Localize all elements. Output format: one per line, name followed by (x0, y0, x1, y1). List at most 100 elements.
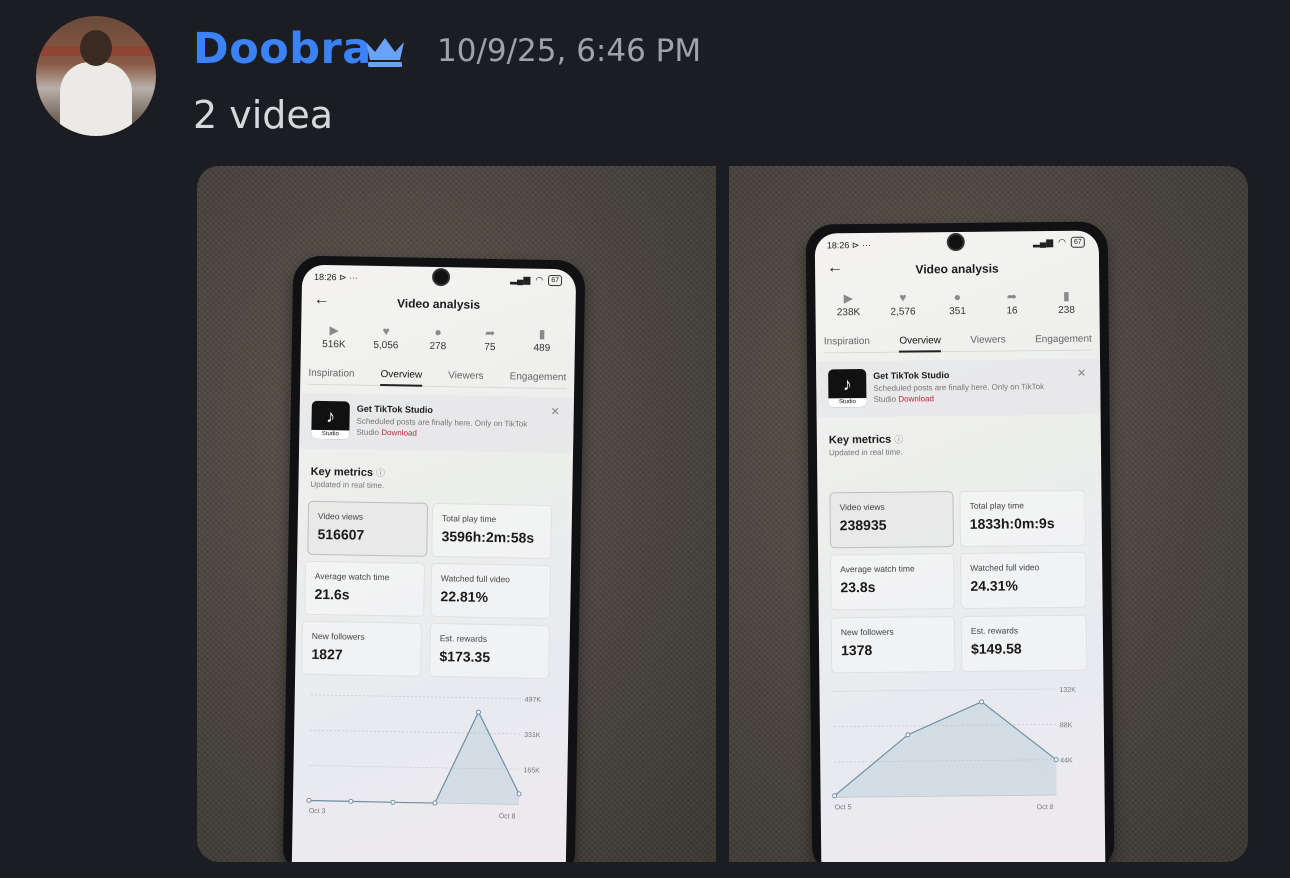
metric-card-video-views[interactable]: Video views 238935 (829, 491, 954, 549)
info-icon: ⓘ (375, 467, 386, 479)
stats-row: ▶ 238K ♥ 2,576 ● 351 ➦ 16 ▮ 238 (825, 289, 1089, 319)
series-area (308, 712, 520, 805)
stats-row: ▶ 516K ♥ 5,056 ● 278 ➦ 75 ▮ 489 (311, 323, 565, 354)
crown-icon (366, 38, 404, 67)
stat-shares: ➦ 75 (467, 326, 513, 354)
battery-icon: 67 (1070, 236, 1085, 248)
close-icon[interactable]: ✕ (550, 405, 559, 418)
views-chart: 497K 331K 165K Oct 3 Oct 8 (302, 689, 554, 838)
y-tick-label: 132K (1059, 687, 1076, 694)
data-point (475, 709, 481, 715)
attachment-image-2[interactable]: 18:26 ⊳ ··· ▂▄▆ ◠ 67 ← Video analysis ▶ 238… (729, 166, 1248, 862)
attachment-image-1[interactable]: 18:26 ⊳ ··· ▂▄▆ ◠ 67 ← Video analysis ▶ 516… (197, 166, 716, 862)
screen-title: Video analysis (915, 261, 999, 277)
download-link[interactable]: Download (381, 428, 417, 438)
tab-viewers[interactable]: Viewers (970, 335, 1006, 346)
promo-text: Scheduled posts are finally here. Only o… (873, 382, 1045, 404)
close-icon[interactable]: ✕ (1077, 367, 1086, 380)
y-tick-label: 88K (1060, 722, 1073, 729)
metric-card-average-watch-time[interactable]: Average watch time 21.6s (304, 560, 426, 617)
share-icon: ➦ (1006, 289, 1017, 304)
data-point (832, 793, 838, 799)
x-tick-label: Oct 8 (499, 813, 516, 820)
promo-banner[interactable]: ♪ Studio Get TikTok Studio Scheduled post… (299, 392, 574, 454)
metric-card-average-watch-time[interactable]: Average watch time 23.8s (830, 553, 955, 611)
metric-card-watched-full-video[interactable]: Watched full video 24.31% (960, 551, 1087, 609)
data-point (905, 732, 911, 738)
y-tick-label: 497K (525, 697, 542, 704)
status-icons: ▂▄▆ ◠ 67 (510, 274, 563, 287)
x-tick-label: Oct 5 (835, 804, 852, 811)
avatar-figure (60, 62, 132, 136)
metric-card-new-followers[interactable]: New followers 1378 (830, 616, 956, 674)
data-point (516, 791, 522, 797)
metric-card-est-rewards[interactable]: Est. rewards $149.58 (960, 614, 1088, 672)
metric-card-total-play-time[interactable]: Total play time 1833h:0m:9s (959, 489, 1086, 548)
views-chart: 132K 88K 44K Oct 5 Oct 8 (827, 683, 1091, 831)
message-text: 2 videa (193, 93, 334, 137)
series-area (834, 701, 1057, 798)
metric-card-est-rewards[interactable]: Est. rewards $173.35 (429, 622, 551, 680)
metric-card-watched-full-video[interactable]: Watched full video 22.81% (430, 562, 552, 620)
share-icon: ➦ (484, 325, 496, 341)
status-time: 18:26 ⊳ ··· (313, 271, 359, 283)
metric-card-video-views[interactable]: Video views 516607 (307, 500, 429, 557)
key-metrics-title: Key metrics ⓘ (310, 465, 386, 479)
tab-viewers[interactable]: Viewers (448, 370, 484, 382)
stat-saves: ▮ 238 (1043, 289, 1089, 316)
phone-screen: 18:26 ⊳ ··· ▂▄▆ ◠ 67 ← Video analysis ▶ 238… (814, 230, 1106, 862)
comment-icon: ● (953, 289, 962, 305)
username[interactable]: Doobra (193, 24, 372, 74)
tiktok-studio-logo-icon: ♪ Studio (311, 400, 350, 440)
stat-saves: ▮ 489 (519, 326, 565, 354)
stat-comments: ● 278 (415, 325, 461, 353)
screen-title: Video analysis (396, 296, 481, 312)
signal-icon: ▂▄▆ (510, 274, 531, 285)
promo-text: Scheduled posts are finally here. Only o… (356, 416, 528, 438)
bookmark-icon: ▮ (1062, 288, 1070, 303)
avatar-head (80, 30, 112, 66)
key-metrics-subtitle: Updated in real time. (828, 447, 903, 458)
download-link[interactable]: Download (898, 394, 934, 403)
bookmark-icon: ▮ (538, 326, 546, 341)
data-point (432, 800, 438, 806)
status-time: 18:26 ⊳ ··· (826, 239, 871, 251)
stat-shares: ➦ 16 (989, 289, 1035, 316)
gridline (833, 688, 1056, 692)
info-icon: ⓘ (894, 434, 904, 445)
play-icon: ▶ (329, 323, 339, 338)
stat-views: ▶ 516K (311, 323, 357, 351)
wifi-icon: ◠ (1058, 236, 1067, 247)
promo-banner[interactable]: ♪ Studio Get TikTok Studio Scheduled post… (816, 358, 1101, 418)
comment-icon: ● (434, 324, 442, 340)
gridline (310, 694, 521, 699)
data-point (348, 798, 354, 804)
tab-bar: Inspiration Overview Viewers Engagement (823, 333, 1092, 354)
promo-title: Get TikTok Studio (356, 403, 434, 415)
phone: 18:26 ⊳ ··· ▂▄▆ ◠ 67 ← Video analysis ▶ 516… (282, 255, 586, 862)
tab-bar: Inspiration Overview Viewers Engagement (308, 367, 567, 390)
data-point (306, 797, 312, 803)
tab-engagement[interactable]: Engagement (510, 371, 567, 383)
stat-views: ▶ 238K (825, 291, 871, 318)
tab-inspiration[interactable]: Inspiration (308, 368, 354, 380)
tab-overview[interactable]: Overview (380, 369, 423, 387)
data-point (390, 799, 396, 805)
promo-title: Get TikTok Studio (873, 370, 950, 381)
metric-card-total-play-time[interactable]: Total play time 3596h:2m:58s (431, 502, 553, 560)
message-timestamp: 10/9/25, 6:46 PM (437, 33, 702, 69)
tab-engagement[interactable]: Engagement (1035, 334, 1092, 346)
tiktok-studio-logo-icon: ♪ Studio (828, 368, 867, 408)
play-icon: ▶ (843, 291, 854, 306)
status-icons: ▂▄▆ ◠ 67 (1033, 236, 1085, 249)
user-avatar[interactable] (36, 16, 156, 136)
phone: 18:26 ⊳ ··· ▂▄▆ ◠ 67 ← Video analysis ▶ 238… (805, 221, 1115, 862)
metric-card-new-followers[interactable]: New followers 1827 (301, 620, 423, 677)
front-camera (946, 232, 965, 252)
tab-overview[interactable]: Overview (899, 335, 942, 353)
battery-icon: 67 (548, 274, 563, 287)
y-tick-label: 331K (524, 732, 541, 739)
tab-inspiration[interactable]: Inspiration (824, 336, 870, 347)
x-tick-label: Oct 8 (1037, 804, 1054, 811)
heart-icon: ♥ (382, 324, 390, 339)
